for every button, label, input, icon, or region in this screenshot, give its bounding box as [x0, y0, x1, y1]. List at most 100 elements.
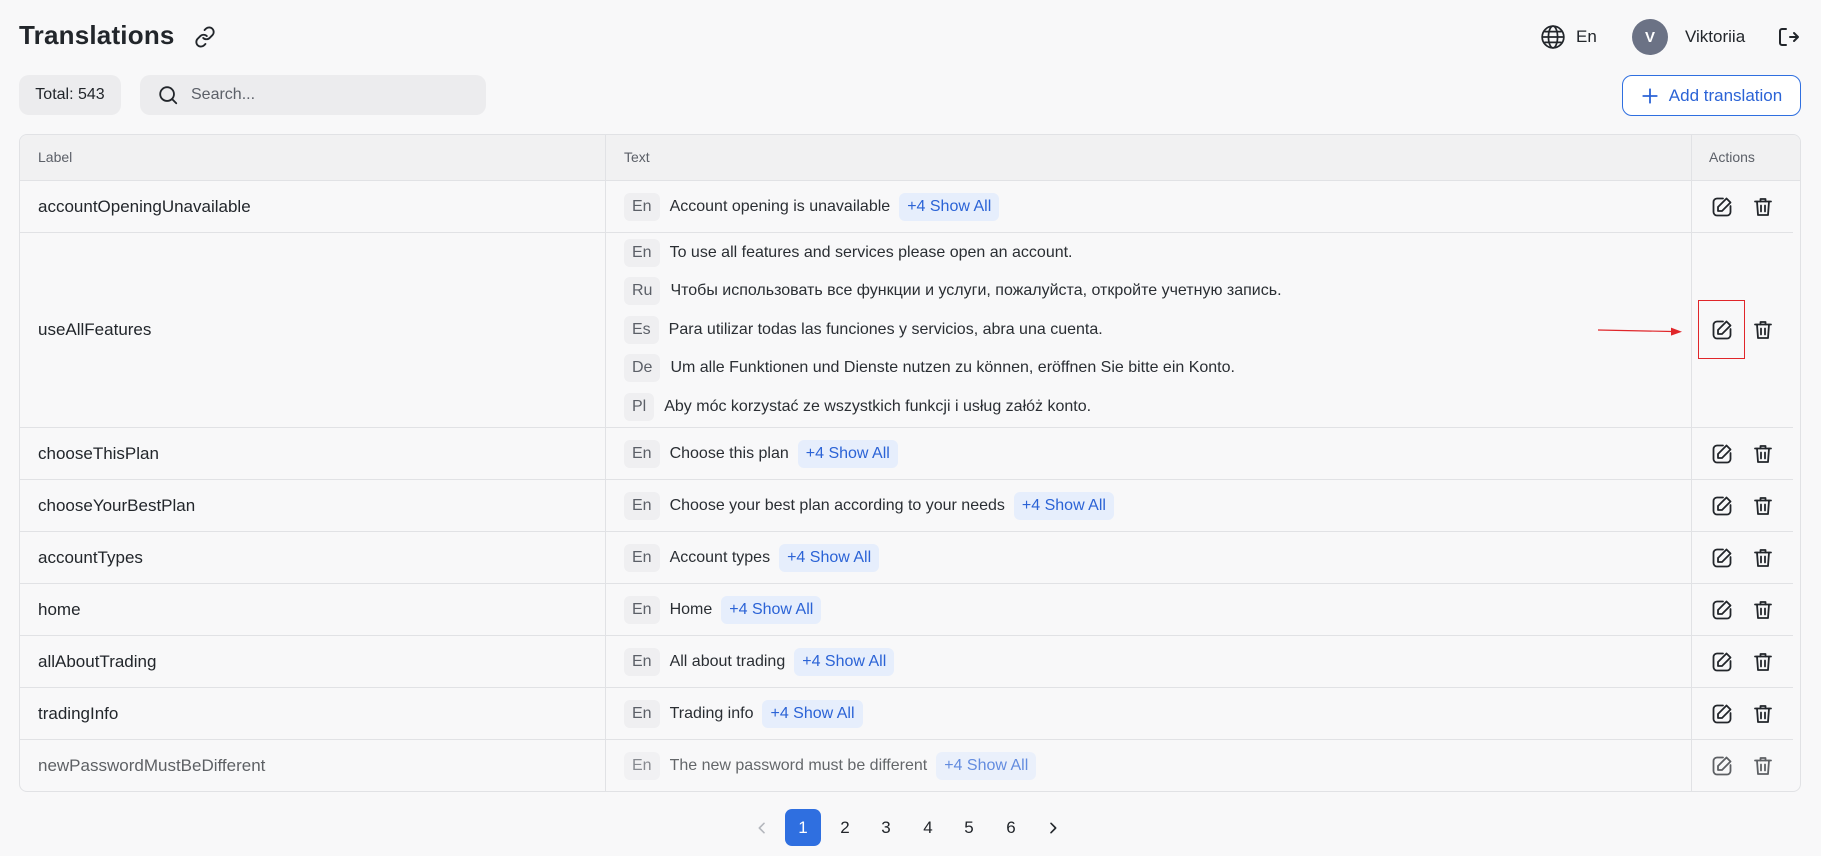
translation-text: Aby móc korzystać ze wszystkich funkcji …	[664, 398, 1092, 415]
trash-icon[interactable]	[1751, 442, 1775, 466]
page-title: Translations	[19, 20, 175, 50]
language-switcher[interactable]: En	[1540, 24, 1597, 50]
table-row: newPasswordMustBeDifferent En The new pa…	[20, 740, 1793, 791]
language-chip: En	[624, 239, 660, 267]
table-row: chooseYourBestPlan En Choose your best p…	[20, 480, 1793, 532]
translation-line: Pl Aby móc korzystać ze wszystkich funkc…	[624, 393, 1091, 421]
trash-icon[interactable]	[1751, 494, 1775, 518]
page-button-1[interactable]: 1	[785, 809, 821, 846]
translation-line: En Choose your best plan according to yo…	[624, 492, 1114, 520]
table-row: home En Home +4 Show All	[20, 584, 1793, 636]
translation-text: To use all features and services please …	[669, 244, 1073, 261]
edit-icon[interactable]	[1710, 494, 1734, 518]
logout-icon[interactable]	[1776, 25, 1800, 49]
add-translation-button[interactable]: Add translation	[1622, 75, 1801, 116]
translation-line: En Account opening is unavailable +4 Sho…	[624, 193, 1000, 221]
plus-icon	[1642, 87, 1658, 104]
translation-line: En Choose this plan +4 Show All	[624, 440, 898, 468]
edit-icon[interactable]	[1710, 754, 1734, 778]
prev-page-button[interactable]	[744, 809, 780, 846]
show-all-button[interactable]: +4 Show All	[794, 648, 895, 676]
show-all-button[interactable]: +4 Show All	[762, 700, 863, 728]
total-count-badge: Total: 543	[19, 75, 121, 115]
row-label: chooseThisPlan	[38, 444, 159, 463]
language-chip: En	[624, 440, 660, 468]
language-chip: En	[624, 700, 660, 728]
column-header-label: Label	[38, 149, 73, 165]
table-row: useAllFeatures En To use all features an…	[20, 233, 1793, 428]
user-name[interactable]: Viktoriia	[1685, 27, 1745, 47]
show-all-button[interactable]: +4 Show All	[721, 596, 822, 624]
translation-line: En The new password must be different +4…	[624, 752, 1037, 780]
translation-line: En All about trading +4 Show All	[624, 648, 895, 676]
page-button-2[interactable]: 2	[827, 809, 863, 846]
edit-icon[interactable]	[1710, 546, 1734, 570]
annotation-highlight-box	[1698, 300, 1745, 359]
avatar[interactable]: V	[1632, 19, 1668, 55]
translation-text: Choose this plan	[669, 445, 789, 462]
show-all-button[interactable]: +4 Show All	[899, 193, 1000, 221]
language-chip: En	[624, 596, 660, 624]
trash-icon[interactable]	[1751, 754, 1775, 778]
translation-text: Um alle Funktionen und Dienste nutzen zu…	[670, 359, 1235, 376]
trash-icon[interactable]	[1751, 195, 1775, 219]
translation-text: Home	[669, 601, 713, 618]
page-button-3[interactable]: 3	[868, 809, 904, 846]
translation-line: En Account types +4 Show All	[624, 544, 880, 572]
search-input[interactable]	[191, 86, 471, 104]
translation-line: En Trading info +4 Show All	[624, 700, 863, 728]
page-button-6[interactable]: 6	[993, 809, 1029, 846]
trash-icon[interactable]	[1751, 702, 1775, 726]
row-label: allAboutTrading	[38, 652, 157, 671]
trash-icon[interactable]	[1751, 546, 1775, 570]
pagination: 1 2 3 4 5 6	[0, 809, 1821, 846]
translation-text: The new password must be different	[669, 757, 928, 774]
translation-text: Para utilizar todas las funciones y serv…	[668, 321, 1103, 338]
page-button-4[interactable]: 4	[910, 809, 946, 846]
chevron-right-icon	[1050, 822, 1057, 833]
translations-table: Label Text Actions accountOpeningUnavail…	[19, 134, 1801, 792]
translation-text: Trading info	[669, 705, 754, 722]
translation-text: All about trading	[669, 653, 786, 670]
globe-icon	[1541, 25, 1565, 49]
language-chip: De	[624, 354, 661, 382]
edit-icon[interactable]	[1710, 702, 1734, 726]
chevron-left-icon	[758, 822, 765, 833]
page-button-5[interactable]: 5	[951, 809, 987, 846]
trash-icon[interactable]	[1751, 650, 1775, 674]
link-icon[interactable]	[194, 26, 216, 48]
show-all-button[interactable]: +4 Show All	[797, 440, 898, 468]
row-label: tradingInfo	[38, 704, 119, 723]
table-header: Label Text Actions	[20, 135, 1800, 181]
show-all-button[interactable]: +4 Show All	[779, 544, 880, 572]
translation-line: En To use all features and services plea…	[624, 239, 1073, 267]
language-chip: En	[624, 492, 660, 520]
language-chip: Es	[624, 316, 659, 344]
trash-icon[interactable]	[1751, 318, 1775, 342]
search-box[interactable]	[140, 75, 486, 115]
show-all-button[interactable]: +4 Show All	[936, 752, 1037, 780]
column-header-actions: Actions	[1709, 149, 1755, 165]
add-translation-label: Add translation	[1668, 85, 1783, 105]
next-page-button[interactable]	[1035, 809, 1071, 846]
table-row: chooseThisPlan En Choose this plan +4 Sh…	[20, 428, 1793, 480]
language-chip: En	[624, 752, 660, 780]
edit-icon[interactable]	[1710, 598, 1734, 622]
trash-icon[interactable]	[1751, 598, 1775, 622]
translation-text: Account opening is unavailable	[669, 198, 891, 215]
edit-icon[interactable]	[1710, 442, 1734, 466]
translation-text: Account types	[669, 549, 771, 566]
table-row: accountTypes En Account types +4 Show Al…	[20, 532, 1793, 584]
translation-line: En Home +4 Show All	[624, 596, 822, 624]
row-label: accountOpeningUnavailable	[38, 197, 251, 216]
translation-line: De Um alle Funktionen und Dienste nutzen…	[624, 354, 1235, 382]
translation-line: Ru Чтобы использовать все функции и услу…	[624, 277, 1282, 305]
edit-icon[interactable]	[1710, 195, 1734, 219]
translation-line: Es Para utilizar todas las funciones y s…	[624, 316, 1103, 344]
header: Translations En V Viktoriia	[0, 0, 1821, 70]
edit-icon[interactable]	[1710, 650, 1734, 674]
show-all-button[interactable]: +4 Show All	[1013, 492, 1114, 520]
language-chip: Ru	[624, 277, 661, 305]
row-label: chooseYourBestPlan	[38, 496, 196, 515]
translation-text: Чтобы использовать все функции и услуги,…	[670, 282, 1282, 299]
